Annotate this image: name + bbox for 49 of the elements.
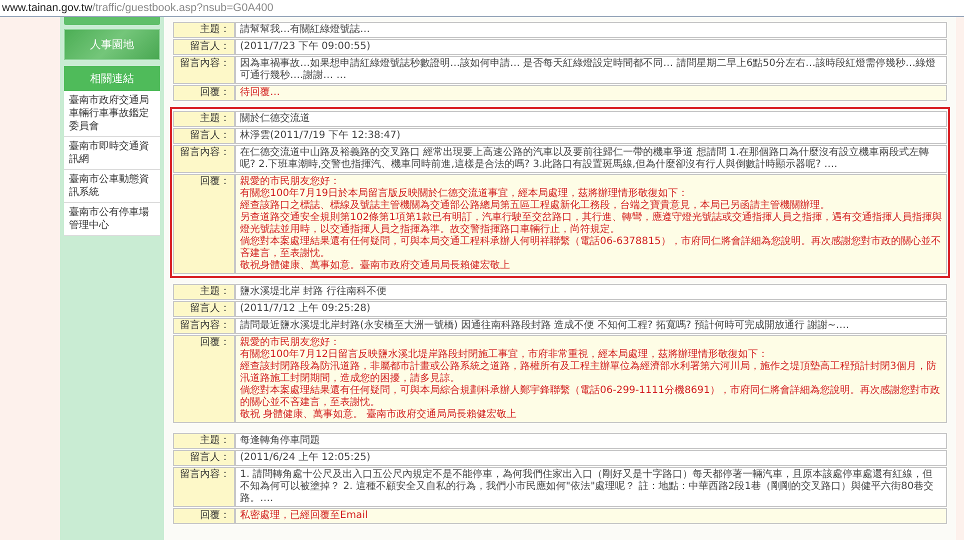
reply-text: 倘您對本案處理結果還有任何疑問，可與本局交通工程科承辦人何明祥聯繫（電話06-6378815），市府同仁將會詳細為您說明。再次感謝您對市政的關心並不吝建言，至表謝忱。 [240,236,942,260]
subject-cell: 請幫幫我…有關紅綠燈號誌… [235,22,947,38]
field-label: 主題： [173,284,235,300]
message-cell: 在仁德交流道中山路及裕義路的交叉路口 經常出現要上高速公路的汽車以及要前往歸仁一帶的機車爭道 想請問 1.在那個路口為什麼沒有設立機車兩段式左轉呢? 2.下班車潮時,交警也指揮汽、機車同時前進,這樣是合法的嗎? 3.此路口有設置斑馬線,但為什麼卻沒有行人與倒數計時顯示器呢? …. [235,145,947,173]
url-host: www.tainan.gov.tw [2,2,92,14]
field-label: 主題： [173,111,235,127]
sidebar-link[interactable]: 臺南市公有停車場管理中心 [64,203,160,236]
reply-text: 待回覆… [240,87,281,99]
field-label: 留言人： [173,128,235,144]
links-heading: 相關連結 [64,66,160,91]
author-cell: (2011/7/12 上午 09:25:28) [235,301,947,317]
reply-text: 倘您對本案處理結果還有任何疑問，可與本局綜合規劃科承辦人鄭宇鋒聯繫（電話06-299-1111分機8691），市府同仁將會詳細為您說明。再次感謝您對市政的關心並不吝建言，至表謝忱。 [240,385,941,408]
field-label: 主題： [173,433,235,449]
field-label: 留言內容： [173,318,235,334]
message-cell: 請問最近鹽水溪堤北岸封路(永安橋至大洲一號橋) 因通往南科路段封路 造成不便 不知何工程? 拓寬嗎? 預計何時可完成開放通行 謝謝~…. [235,318,947,334]
message-cell: 1. 請問轉角處十公尺及出入口五公尺內規定不是不能停車，為何我們住家出入口（剛好又是十字路口）每天都停著一輛汽車，且原本該處停車處還有紅線，但不知為何可以被塗掉？ 2. 這種不顧安全又自私的行為，我們小市民應如何"依法"處理呢？ 註：地點：中華西路2段1巷（剛剛的交叉路口）與健平六街80巷交路。…. [235,467,947,507]
reply-text: 有關您100年7月19日於本局留言版反映關於仁德交流道事宜，經本局處理，茲將辦理情形敬復如下： [240,188,690,200]
url-path: /traffic/guestbook.asp?nsub=G0A400 [92,2,274,14]
author-cell: (2011/6/24 上午 12:05:25) [235,450,947,466]
reply-text: 親愛的市民朋友您好： [240,337,341,349]
reply-text: 親愛的市民朋友您好： [240,176,341,188]
field-label: 留言內容： [173,56,235,84]
field-label: 主題： [173,22,235,38]
subject-cell: 關於仁德交流道 [235,111,947,127]
subject-cell: 每逢轉角停車問題 [235,433,947,449]
subject-cell: 鹽水溪堤北岸 封路 行往南科不便 [235,284,947,300]
field-label: 留言內容： [173,467,235,507]
reply-text: 經查該路口之標誌、標線及號誌主管機關為交通部公路總局第五區工程處新化工務段，台端之寶貴意見，本局已另函請主管機關辦理。 [240,200,831,212]
reply-text: 有關您100年7月12日留言反映鹽水溪北堤岸路段封閉施工事宜，市府非常重視，經本局處理，茲將辦理情形敬復如下： [240,349,770,360]
sidebar-link[interactable]: 臺南市即時交通資訊網 [64,137,160,170]
field-label: 回覆： [173,335,235,423]
field-label: 留言人： [173,301,235,317]
field-label: 回覆： [173,508,235,524]
address-bar[interactable]: www.tainan.gov.tw/traffic/guestbook.asp?nsub=G0A400 [0,0,964,17]
reply-text: 私密處理，已經回覆至Email [240,510,369,522]
field-label: 留言人： [173,450,235,466]
message-cell: 因為車禍事故…如果想申請紅綠燈號誌秒數證明…該如何申請… 是否每天紅綠燈設定時間都不同… 請問星期二早上6點50分左右…該時段紅燈需停幾秒…綠燈可通行幾秒….謝謝… … [235,56,947,84]
field-label: 留言人： [173,39,235,55]
field-label: 留言內容： [173,145,235,173]
author-cell: 林淨雲(2011/7/19 下午 12:38:47) [235,128,947,144]
reply-text: 另查道路交通安全規則第102條第1項第1款已有明訂，汽車行駛至交岔路口，其行進、轉彎，應遵守燈光號誌或交通指揮人員之指揮，遇有交通指揮人員指揮與燈光號誌並用時，以交通指揮人員之指揮為準。故交警指揮路口車輛行止，尚符規定。 [240,212,942,236]
reply-text: 敬祝 身體健康、萬事如意。 臺南市政府交通局局長賴健宏敬上 [240,409,518,421]
sidebar-link[interactable]: 臺南市公車動態資訊系統 [64,170,160,203]
field-label: 回覆： [173,85,235,101]
reply-text: 敬祝身體健康、萬事如意。臺南市政府交通局局長賴健宏敬上 [240,260,511,272]
author-cell: (2011/7/23 下午 09:00:55) [235,39,947,55]
field-label: 回覆： [173,174,235,274]
sidebar-link[interactable]: 臺南市政府交通局車輛行車事故鑑定委員會 [64,91,160,137]
reply-text: 經查該封閉路段為防汛道路，非屬都市計畫或公路系統之道路，路權所有及工程主辦單位為經濟部水利署第六河川局，施作之堤頂墊高工程預計封閉3個月，防汛道路施工封閉期間，造成您的困擾，請多見諒。 [240,361,938,384]
